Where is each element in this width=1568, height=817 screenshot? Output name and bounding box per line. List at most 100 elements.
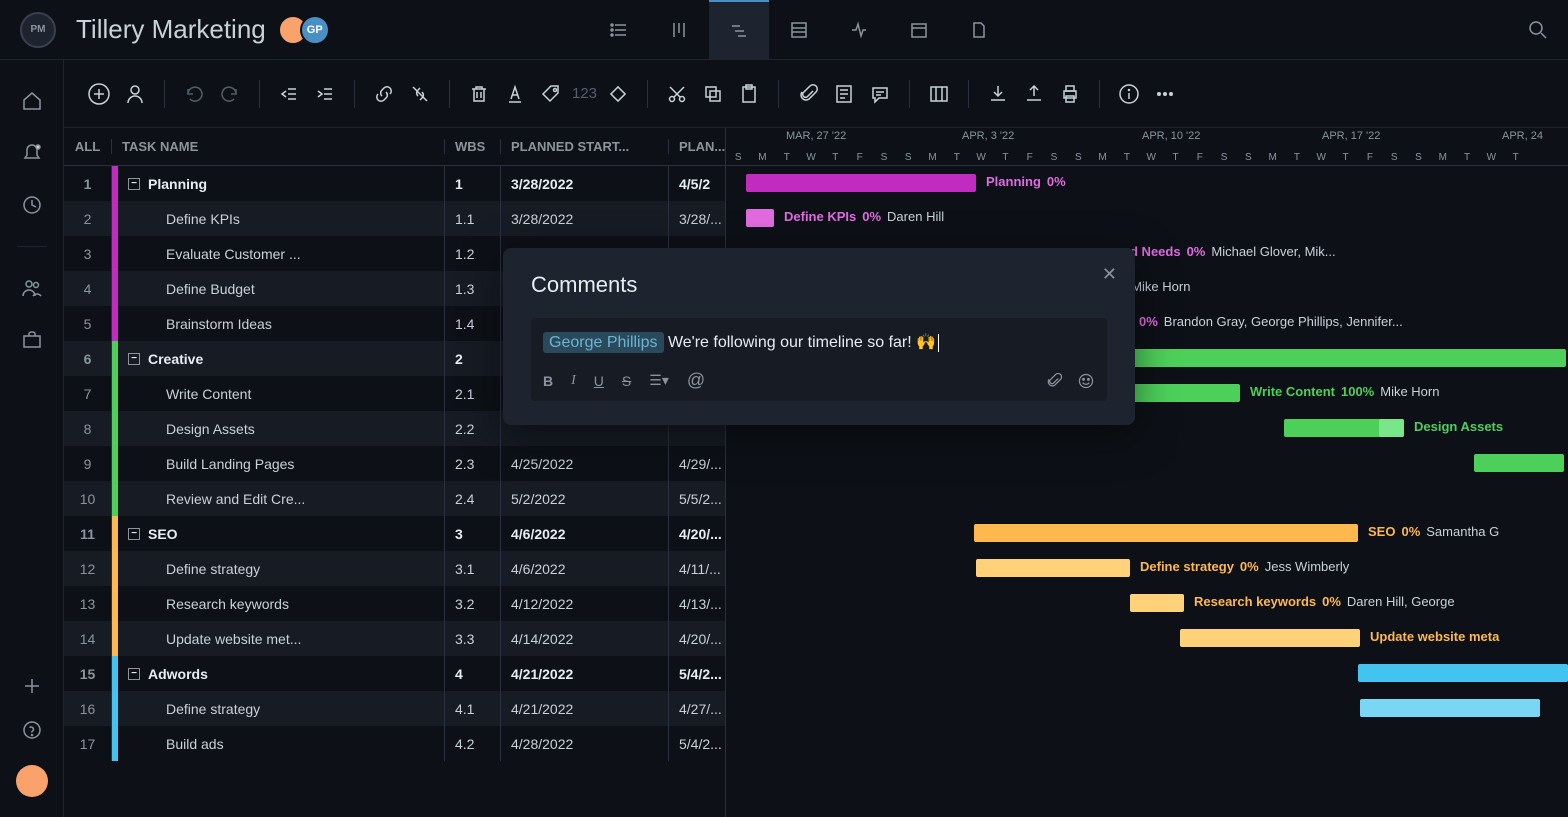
briefcase-icon[interactable]	[21, 329, 43, 351]
export-icon[interactable]	[1019, 79, 1049, 109]
unlink-icon[interactable]	[405, 79, 435, 109]
table-row[interactable]: 10 Review and Edit Cre... 2.4 5/2/2022 5…	[64, 481, 725, 516]
task-name[interactable]: Define KPIs	[118, 201, 445, 236]
task-name[interactable]: −Planning	[118, 166, 445, 201]
table-row[interactable]: 15 −Adwords 4 4/21/2022 5/4/2...	[64, 656, 725, 691]
bell-icon[interactable]	[21, 142, 43, 164]
task-name[interactable]: Evaluate Customer ...	[118, 236, 445, 271]
diamond-icon[interactable]	[603, 79, 633, 109]
gantt-bar[interactable]	[1130, 594, 1184, 612]
app-logo[interactable]: PM	[20, 12, 56, 48]
column-planned-due[interactable]: PLAN...	[669, 139, 725, 154]
close-icon[interactable]: ✕	[1102, 264, 1117, 285]
sheet-view-icon[interactable]	[769, 0, 829, 60]
link-icon[interactable]	[369, 79, 399, 109]
table-row[interactable]: 2 Define KPIs 1.1 3/28/2022 3/28/...	[64, 201, 725, 236]
import-icon[interactable]	[983, 79, 1013, 109]
comment-icon[interactable]	[865, 79, 895, 109]
gantt-bar[interactable]	[1180, 629, 1360, 647]
italic-icon[interactable]: I	[571, 373, 576, 389]
print-icon[interactable]	[1055, 79, 1085, 109]
table-row[interactable]: 11 −SEO 3 4/6/2022 4/20/...	[64, 516, 725, 551]
collapse-icon[interactable]: −	[128, 178, 140, 190]
collapse-icon[interactable]: −	[128, 668, 140, 680]
task-name[interactable]: Define Budget	[118, 271, 445, 306]
task-name[interactable]: Write Content	[118, 376, 445, 411]
info-icon[interactable]	[1114, 79, 1144, 109]
gantt-bar[interactable]	[1126, 349, 1566, 367]
paste-icon[interactable]	[734, 79, 764, 109]
copy-icon[interactable]	[698, 79, 728, 109]
comment-input-box[interactable]: George Phillips We're following our time…	[531, 318, 1107, 401]
collapse-icon[interactable]: −	[128, 353, 140, 365]
task-name[interactable]: Brainstorm Ideas	[118, 306, 445, 341]
task-name[interactable]: Build ads	[118, 726, 445, 761]
outdent-icon[interactable]	[274, 79, 304, 109]
team-icon[interactable]	[21, 277, 43, 299]
attach-icon[interactable]	[1045, 372, 1063, 390]
gantt-bar[interactable]	[976, 559, 1130, 577]
gantt-bar[interactable]	[1360, 699, 1540, 717]
task-name[interactable]: Research keywords	[118, 586, 445, 621]
gantt-bar[interactable]	[746, 174, 976, 192]
mention-chip[interactable]: George Phillips	[543, 332, 664, 353]
list-view-icon[interactable]	[589, 0, 649, 60]
board-view-icon[interactable]	[649, 0, 709, 60]
gantt-view-icon[interactable]	[709, 0, 769, 60]
task-name[interactable]: Update website met...	[118, 621, 445, 656]
table-row[interactable]: 9 Build Landing Pages 2.3 4/25/2022 4/29…	[64, 446, 725, 481]
gantt-bar[interactable]	[1474, 454, 1564, 472]
strike-icon[interactable]: S	[622, 373, 631, 389]
table-row[interactable]: 14 Update website met... 3.3 4/14/2022 4…	[64, 621, 725, 656]
home-icon[interactable]	[21, 90, 43, 112]
task-name[interactable]: Define strategy	[118, 691, 445, 726]
file-view-icon[interactable]	[949, 0, 1009, 60]
table-row[interactable]: 12 Define strategy 3.1 4/6/2022 4/11/...	[64, 551, 725, 586]
more-icon[interactable]	[1150, 79, 1180, 109]
notes-icon[interactable]	[829, 79, 859, 109]
trash-icon[interactable]	[464, 79, 494, 109]
table-row[interactable]: 13 Research keywords 3.2 4/12/2022 4/13/…	[64, 586, 725, 621]
bold-icon[interactable]: B	[543, 373, 553, 389]
search-icon[interactable]	[1528, 20, 1548, 40]
task-name[interactable]: Review and Edit Cre...	[118, 481, 445, 516]
clock-icon[interactable]	[21, 194, 43, 216]
column-wbs[interactable]: WBS	[445, 139, 501, 154]
table-row[interactable]: 17 Build ads 4.2 4/28/2022 5/4/2...	[64, 726, 725, 761]
member-avatars[interactable]: GP	[286, 15, 330, 45]
redo-icon[interactable]	[215, 79, 245, 109]
task-name[interactable]: Define strategy	[118, 551, 445, 586]
gantt-chart[interactable]: MAR, 27 '22APR, 3 '22APR, 10 '22APR, 17 …	[726, 128, 1568, 817]
user-avatar[interactable]	[16, 765, 48, 797]
gantt-bar[interactable]	[1358, 664, 1568, 682]
task-name[interactable]: Build Landing Pages	[118, 446, 445, 481]
underline-icon[interactable]: U	[594, 373, 604, 389]
undo-icon[interactable]	[179, 79, 209, 109]
plus-icon[interactable]	[23, 677, 41, 695]
table-row[interactable]: 16 Define strategy 4.1 4/21/2022 4/27/..…	[64, 691, 725, 726]
column-planned-start[interactable]: PLANNED START...	[501, 139, 669, 154]
cut-icon[interactable]	[662, 79, 692, 109]
add-button[interactable]	[84, 79, 114, 109]
text-color-icon[interactable]	[500, 79, 530, 109]
list-icon[interactable]: ☰▾	[649, 372, 669, 389]
activity-view-icon[interactable]	[829, 0, 889, 60]
comment-text[interactable]: George Phillips We're following our time…	[543, 328, 1095, 362]
task-name[interactable]: Design Assets	[118, 411, 445, 446]
task-name[interactable]: −Adwords	[118, 656, 445, 691]
help-icon[interactable]	[22, 720, 42, 740]
column-task-name[interactable]: TASK NAME	[112, 139, 445, 154]
assign-icon[interactable]	[120, 79, 150, 109]
table-row[interactable]: 1 −Planning 1 3/28/2022 4/5/2	[64, 166, 725, 201]
column-all[interactable]: ALL	[64, 139, 112, 154]
task-name[interactable]: −SEO	[118, 516, 445, 551]
collapse-icon[interactable]: −	[128, 528, 140, 540]
mention-icon[interactable]: @	[687, 370, 705, 391]
task-name[interactable]: −Creative	[118, 341, 445, 376]
gantt-bar[interactable]	[1126, 384, 1240, 402]
columns-icon[interactable]	[924, 79, 954, 109]
avatar[interactable]: GP	[300, 15, 330, 45]
gantt-bar[interactable]	[974, 524, 1358, 542]
calendar-view-icon[interactable]	[889, 0, 949, 60]
indent-icon[interactable]	[310, 79, 340, 109]
